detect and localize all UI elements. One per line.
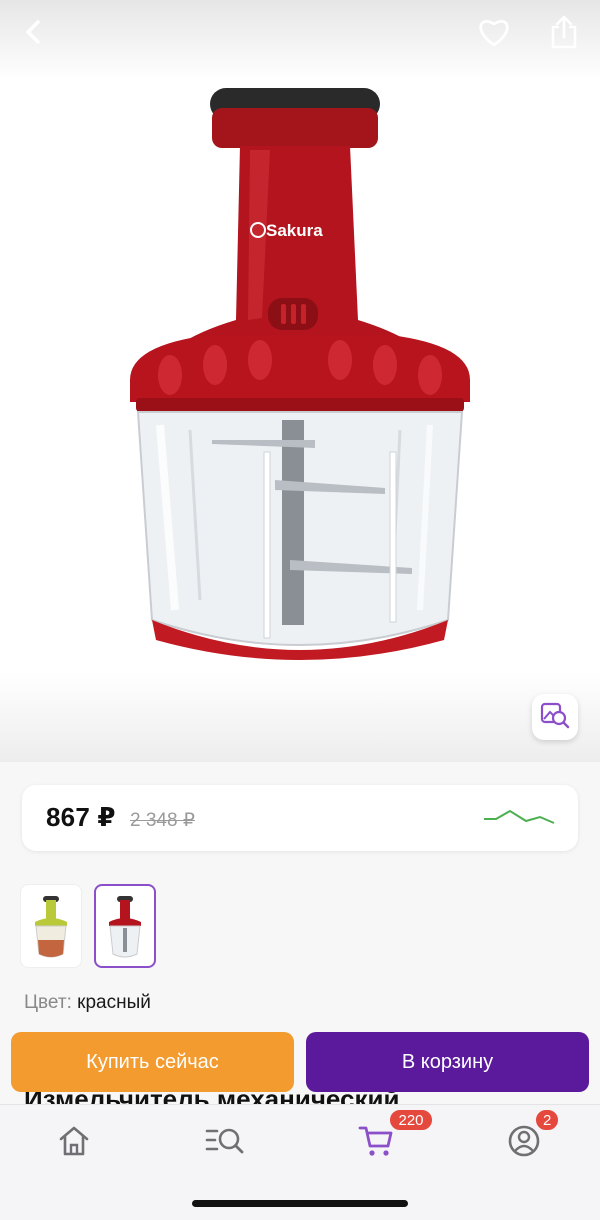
nav-home[interactable]	[44, 1121, 104, 1165]
variant-red[interactable]	[94, 884, 156, 968]
nav-catalog[interactable]	[195, 1121, 255, 1165]
visual-search-icon	[540, 701, 570, 734]
home-icon	[57, 1125, 91, 1162]
price-trend-icon[interactable]	[482, 805, 556, 834]
product-image-area[interactable]: Sakura	[0, 0, 600, 762]
price-card[interactable]: 867 ₽ 2 348 ₽	[22, 785, 578, 851]
share-button[interactable]	[540, 8, 588, 56]
favorite-button[interactable]	[470, 8, 518, 56]
brand-logo-text: Sakura	[266, 221, 323, 240]
color-value: красный	[77, 992, 151, 1013]
variant-red-thumbnail	[109, 896, 141, 958]
catalog-search-icon	[205, 1125, 245, 1162]
cart-count-badge: 220	[388, 1108, 434, 1132]
buy-now-button[interactable]: Купить сейчас	[11, 1032, 294, 1092]
color-row: Цвет: красный	[24, 992, 151, 1014]
profile-icon	[507, 1124, 541, 1163]
heart-icon	[477, 16, 511, 48]
current-price: 867 ₽	[46, 802, 116, 832]
variant-green[interactable]	[20, 884, 82, 968]
image-bottom-gradient	[0, 672, 600, 762]
visual-search-button[interactable]	[532, 694, 578, 740]
add-to-cart-button[interactable]: В корзину	[306, 1032, 589, 1092]
variant-green-thumbnail	[35, 896, 67, 958]
color-label: Цвет:	[24, 992, 72, 1013]
profile-notification-badge: 2	[534, 1108, 561, 1132]
old-price: 2 348 ₽	[130, 810, 195, 831]
chevron-left-icon	[20, 18, 48, 46]
share-icon	[549, 15, 579, 49]
cart-icon	[358, 1124, 394, 1163]
product-photo: Sakura	[130, 88, 470, 660]
home-indicator	[192, 1200, 408, 1207]
back-button[interactable]	[10, 8, 58, 56]
